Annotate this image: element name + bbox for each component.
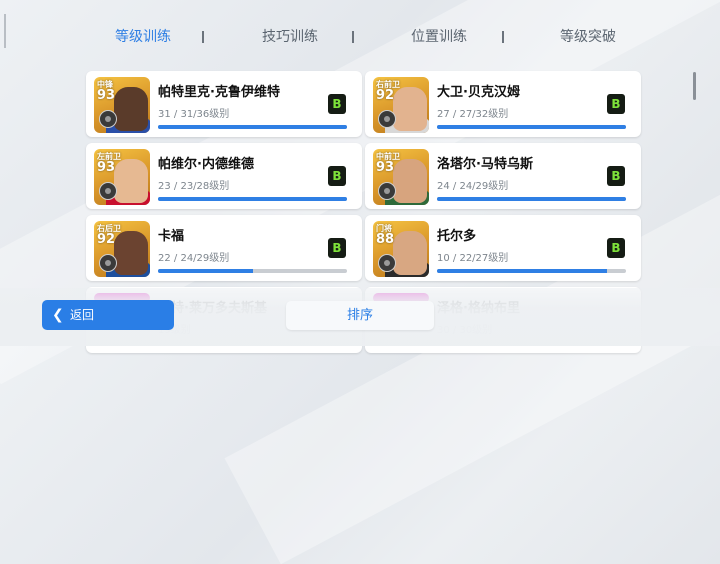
- progress-bar: [437, 269, 626, 273]
- card-type-badge-icon: [378, 182, 396, 200]
- back-button[interactable]: ❮ 返回: [42, 300, 174, 330]
- card-type-badge-icon: [378, 254, 396, 272]
- player-name: 托尔多: [437, 229, 477, 244]
- grade-badge: B: [328, 94, 346, 114]
- tab-divider: [352, 31, 354, 43]
- player-portrait: 右后卫 92: [94, 221, 150, 277]
- player-card[interactable]: 左前卫 93 帕维尔·内德维德 23 / 23/28级别 B: [86, 143, 362, 209]
- scrollbar[interactable]: [693, 72, 696, 100]
- player-face: [393, 159, 427, 203]
- rating-label: 92: [376, 88, 395, 103]
- card-type-badge-icon: [378, 110, 396, 128]
- progress-bar-fill: [158, 269, 253, 273]
- grade-badge: B: [607, 238, 625, 258]
- player-card[interactable]: 右后卫 92 卡福 22 / 24/29级别 B: [86, 215, 362, 281]
- grade-badge: B: [607, 166, 625, 186]
- player-portrait: 左前卫 93: [94, 149, 150, 205]
- player-name: 大卫·贝克汉姆: [437, 85, 520, 100]
- progress-bar: [158, 269, 347, 273]
- player-card[interactable]: 中锋 93 帕特里克·克鲁伊维特 31 / 31/36级别 B: [86, 71, 362, 137]
- player-name: 卡福: [158, 229, 185, 244]
- progress-bar: [158, 125, 347, 129]
- player-portrait: 中前卫 93: [373, 149, 429, 205]
- rating-label: 93: [97, 88, 116, 103]
- sort-button[interactable]: 排序: [286, 301, 434, 330]
- progress-bar: [158, 197, 347, 201]
- player-face: [114, 87, 148, 131]
- tab-divider: [202, 31, 204, 43]
- card-type-badge-icon: [99, 182, 117, 200]
- tab-bar: 等级训练 技巧训练 位置训练 等级突破: [0, 22, 720, 52]
- player-level: 23 / 23/28级别: [158, 181, 230, 192]
- tab-level-training[interactable]: 等级训练: [83, 22, 203, 52]
- back-button-label: 返回: [70, 308, 95, 322]
- tab-position-training[interactable]: 位置训练: [379, 22, 499, 52]
- player-level: 10 / 22/27级别: [437, 253, 509, 264]
- player-face: [393, 231, 427, 275]
- tab-skill-training[interactable]: 技巧训练: [230, 22, 350, 52]
- player-portrait: 右前卫 92: [373, 77, 429, 133]
- player-face: [114, 159, 148, 203]
- progress-bar-fill: [158, 125, 347, 129]
- player-name: 帕维尔·内德维德: [158, 157, 254, 172]
- player-face: [114, 231, 148, 275]
- player-level: 22 / 24/29级别: [158, 253, 230, 264]
- grade-badge: B: [328, 238, 346, 258]
- card-type-badge-icon: [99, 110, 117, 128]
- player-level: 27 / 27/32级别: [437, 109, 509, 120]
- chevron-left-icon: ❮: [52, 307, 64, 323]
- player-portrait: 门将 88: [373, 221, 429, 277]
- player-portrait: 中锋 93: [94, 77, 150, 133]
- rating-label: 92: [97, 232, 116, 247]
- progress-bar-fill: [158, 197, 347, 201]
- card-type-badge-icon: [99, 254, 117, 272]
- progress-bar: [437, 197, 626, 201]
- rating-label: 93: [97, 160, 116, 175]
- rating-label: 93: [376, 160, 395, 175]
- player-card[interactable]: 右前卫 92 大卫·贝克汉姆 27 / 27/32级别 B: [365, 71, 641, 137]
- player-name: 洛塔尔·马特乌斯: [437, 157, 533, 172]
- player-face: [393, 87, 427, 131]
- player-level: 31 / 31/36级别: [158, 109, 230, 120]
- progress-bar-fill: [437, 125, 626, 129]
- grade-badge: B: [328, 166, 346, 186]
- progress-bar-fill: [437, 197, 626, 201]
- rating-label: 88: [376, 232, 395, 247]
- player-card[interactable]: 中前卫 93 洛塔尔·马特乌斯 24 / 24/29级别 B: [365, 143, 641, 209]
- progress-bar: [437, 125, 626, 129]
- tab-level-breakthrough[interactable]: 等级突破: [528, 22, 648, 52]
- player-name: 帕特里克·克鲁伊维特: [158, 85, 280, 100]
- player-level: 24 / 24/29级别: [437, 181, 509, 192]
- grade-badge: B: [607, 94, 625, 114]
- player-card[interactable]: 门将 88 托尔多 10 / 22/27级别 B: [365, 215, 641, 281]
- tab-divider: [502, 31, 504, 43]
- progress-bar-fill: [437, 269, 608, 273]
